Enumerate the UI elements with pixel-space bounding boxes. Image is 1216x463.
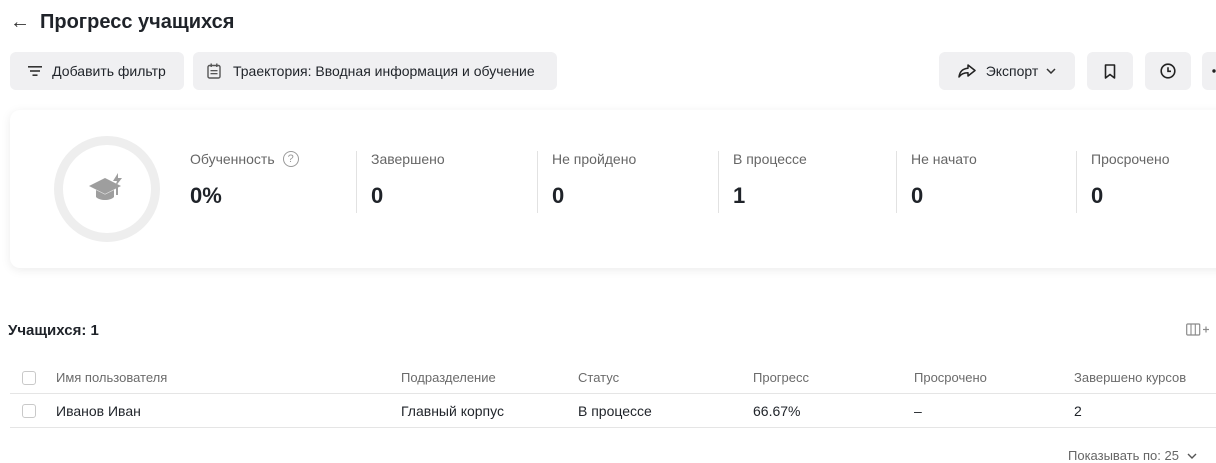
stat-in-progress-value: 1 [733,183,746,208]
export-button[interactable]: Экспорт [939,52,1075,90]
page-header: ← Прогресс учащихся [10,8,234,36]
stat-completed-value: 0 [371,183,384,208]
column-header-progress[interactable]: Прогресс [753,362,809,393]
trajectory-label: Траектория: Вводная информация и обучени… [233,63,535,79]
stat-in-progress: В процессе 1 [718,151,807,213]
stat-completed-label: Завершено [371,151,445,167]
cell-name: Иванов Иван [56,402,141,419]
stat-completed: Завершено 0 [356,151,445,213]
table-header-row: Имя пользователя Подразделение Статус Пр… [10,362,1216,394]
cell-progress: 66.67% [753,402,801,419]
filter-icon [28,66,43,76]
graduation-cap-icon [89,173,122,200]
column-header-name[interactable]: Имя пользователя [56,362,167,393]
training-progress-ring [54,136,160,242]
history-button[interactable] [1145,52,1191,90]
cell-completed: 2 [1074,402,1082,419]
more-icon [1212,69,1216,73]
page-title: Прогресс учащихся [40,10,235,33]
stat-training: Обученность ? 0% [190,151,299,209]
stats-card: Обученность ? 0% Завершено 0 Не пройдено… [10,110,1216,268]
column-header-status[interactable]: Статус [578,362,619,393]
table-row[interactable]: Иванов Иван Главный корпус В процессе 66… [10,394,1216,428]
stat-not-started: Не начато 0 [896,151,977,213]
stat-overdue-value: 0 [1091,183,1104,208]
more-button[interactable] [1202,52,1216,90]
cell-overdue: – [914,402,922,419]
trajectory-filter-button[interactable]: Траектория: Вводная информация и обучени… [193,52,557,90]
stat-overdue-label: Просрочено [1091,151,1170,167]
stat-failed: Не пройдено 0 [537,151,636,213]
clock-icon [1160,63,1176,79]
stat-failed-label: Не пройдено [552,151,637,167]
stat-not-started-value: 0 [911,183,924,208]
cell-status: В процессе [578,402,652,419]
add-filter-label: Добавить фильтр [52,63,166,79]
stat-training-value: 0% [190,183,222,208]
page-size-select[interactable]: Показывать по: 25 [1068,448,1197,463]
calendar-icon [207,63,221,79]
columns-add-icon[interactable] [1186,323,1210,337]
column-header-department[interactable]: Подразделение [401,362,496,393]
column-header-completed[interactable]: Завершено курсов [1074,362,1186,393]
page-size-label: Показывать по: 25 [1068,448,1179,463]
column-header-overdue[interactable]: Просрочено [914,362,987,393]
stat-in-progress-label: В процессе [733,151,807,167]
chevron-down-icon [1046,68,1056,74]
chevron-down-icon [1187,453,1197,459]
export-label: Экспорт [985,63,1039,79]
add-filter-button[interactable]: Добавить фильтр [10,52,184,90]
select-all-checkbox[interactable] [22,370,36,385]
toolbar: Добавить фильтр Траектория: Вводная инфо… [10,52,1216,90]
learners-table: Имя пользователя Подразделение Статус Пр… [10,362,1216,428]
bookmark-button[interactable] [1087,52,1133,90]
learners-count: Учащихся: 1 [8,322,99,339]
stat-training-label: Обученность [190,151,275,167]
stat-failed-value: 0 [552,183,565,208]
help-icon[interactable]: ? [282,151,299,167]
bookmark-icon [1104,63,1116,79]
share-arrow-icon [957,64,976,78]
stat-not-started-label: Не начато [911,151,977,167]
stat-overdue: Просрочено 0 [1076,151,1170,213]
row-checkbox[interactable] [22,403,36,418]
arrow-left-icon[interactable]: ← [10,12,36,32]
cell-department: Главный корпус [401,402,504,419]
